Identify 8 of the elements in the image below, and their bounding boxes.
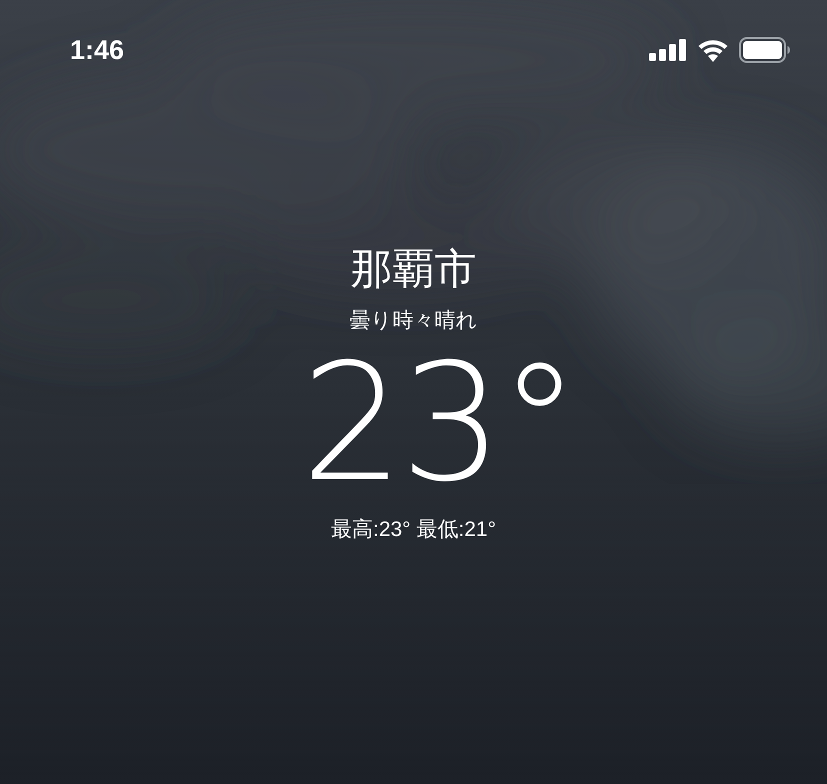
status-time: 1:46 bbox=[70, 36, 124, 64]
signal-icon bbox=[649, 39, 687, 61]
city-name: 那覇市 bbox=[350, 248, 476, 290]
weather-condition: 曇り時々晴れ bbox=[350, 310, 478, 331]
wifi-icon bbox=[697, 38, 729, 62]
temperature: 23° bbox=[300, 343, 576, 505]
battery-icon bbox=[739, 37, 791, 63]
high-low-temperature: 最高:23° 最低:21° bbox=[330, 519, 496, 540]
